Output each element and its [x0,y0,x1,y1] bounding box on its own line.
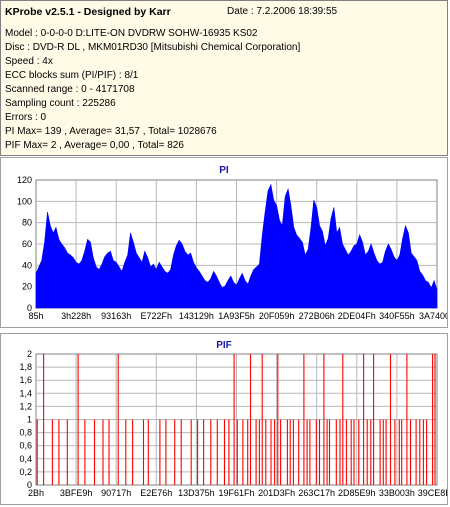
pi-chart: 02040608010012085h 3h228h 93163h E722Fh 1431… [17,175,450,321]
app-title: KProbe v2.5.1 - Designed by Karr [5,6,171,18]
x-tick-label: 85h [28,311,43,321]
y-tick-label: 1,6 [19,375,32,385]
x-tick-label: E722Fh [141,311,173,321]
x-tick-label: 201D3Fh [258,488,295,498]
x-tick-label: 143129h [179,311,214,321]
pif-chart: 00,20,40,60,811,21,41,61,822Bh 3BFE9h 9071… [19,349,450,498]
y-tick-label: 1,2 [19,401,32,411]
ecc-line: ECC blocks sum (PI/PIF) : 8/1 [5,70,139,81]
x-tick-label: 93163h [101,311,131,321]
pif-summary-line: PIF Max= 2 , Average= 0,00 , Total= 826 [5,140,184,151]
x-tick-label: 13D375h [178,488,215,498]
y-tick-label: 1,4 [19,388,32,398]
x-tick-label: 2D85E9h [338,488,376,498]
disc-line: Disc : DVD-R DL , MKM01RD30 [Mitsubishi … [5,42,301,53]
y-tick-label: 0,2 [19,467,32,477]
x-tick-label: 340F55h [379,311,415,321]
x-tick-label: 263C17h [298,488,335,498]
pi-chart-panel: PI 0 20 40 60 80 100 120 85h 3h228h 93163h E722Fh 1… [0,157,450,328]
x-tick-label: 2DE04Fh [338,311,376,321]
x-tick-label: E2E76h [140,488,172,498]
x-tick-label: 272B06h [299,311,335,321]
model-line: Model : 0-0-0-0 D:LITE-ON DVDRW SOHW-169… [5,28,258,39]
x-tick-label: 1A93F5h [218,311,255,321]
sampling-line: Sampling count : 225286 [5,98,116,109]
x-tick-label: 2Bh [28,488,44,498]
y-tick-label: 1,8 [19,362,32,372]
y-tick-label: 0,6 [19,441,32,451]
y-tick-label: 20 [22,282,32,292]
y-tick-label: 40 [22,260,32,270]
x-tick-label: 3BFE9h [60,488,93,498]
info-panel: KProbe v2.5.1 - Designed by Karr Date : … [0,0,448,156]
errors-line: Errors : 0 [5,112,47,123]
y-tick-label: 0,8 [19,428,32,438]
x-tick-label: 20F059h [259,311,295,321]
x-tick-label: 90717h [101,488,131,498]
y-tick-label: 80 [22,218,32,228]
pi-summary-line: PI Max= 139 , Average= 31,57 , Total= 10… [5,126,217,137]
y-tick-label: 120 [17,175,32,185]
x-tick-label: 19F61Fh [218,488,254,498]
x-tick-label: 3h228h [61,311,91,321]
x-tick-label: 39CE8Eh [418,488,447,498]
pif-chart-panel: PIF 0 0,2 0,4 0,6 0,8 1 1,2 1,4 1,6 1,8 2 2Bh 3BFE9h… [0,333,450,505]
speed-line: Speed : 4x [5,56,53,67]
range-line: Scanned range : 0 - 4171708 [5,84,135,95]
x-tick-label: 33B003h [379,488,415,498]
y-tick-label: 100 [17,196,32,206]
y-tick-label: 0,4 [19,454,32,464]
y-tick-label: 1 [27,415,32,425]
x-tick-label: 3A7400h [419,311,447,321]
pi-chart-title: PI [219,165,229,176]
pif-chart-title: PIF [216,340,232,351]
scan-date: Date : 7.2.2006 18:39:55 [227,6,338,17]
y-tick-label: 60 [22,239,32,249]
